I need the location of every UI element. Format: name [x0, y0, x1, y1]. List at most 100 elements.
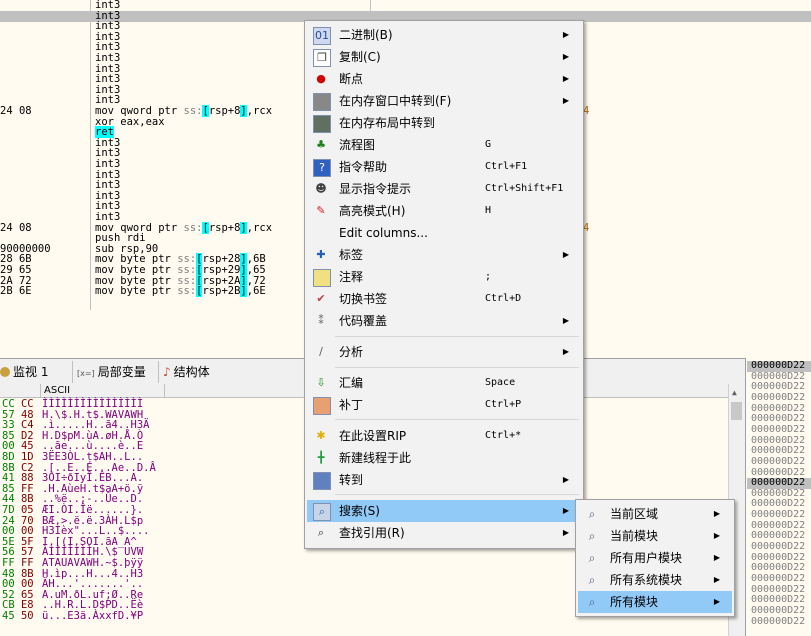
stack-view[interactable]: 000000D22 000000D22 000000D22 000000D22 0000…	[745, 358, 811, 636]
menu-item-graph[interactable]: ♣ 流程图 G	[307, 134, 581, 156]
analyze-icon: ∕	[319, 345, 323, 358]
menu-item-highlight[interactable]: ✎ 高亮模式(H) H	[307, 200, 581, 222]
menu-item-shortcut: ;	[485, 271, 492, 282]
instruction-token: ss:	[183, 221, 203, 234]
submenu-arrow-icon: ▶	[713, 597, 720, 606]
submenu-arrow-icon: ▶	[713, 531, 720, 540]
tab-struct[interactable]: ♪ 结构体	[158, 361, 229, 383]
menu-item-goto[interactable]: 转到 ▶	[307, 469, 581, 491]
submenu-arrow-icon: ▶	[562, 30, 569, 39]
menu-item-label[interactable]: ✚ 标签 ▶	[307, 244, 581, 266]
menu-item-hint[interactable]: ☻ 显示指令提示 Ctrl+Shift+F1	[307, 178, 581, 200]
patch-icon	[313, 397, 331, 415]
locals-icon: [x=]	[77, 369, 95, 378]
menu-item-label: 新建线程于此	[339, 451, 412, 465]
scroll-up-icon[interactable]: ▲	[732, 388, 737, 397]
menu-item-memory-window[interactable]: 在内存窗口中转到(F) ▶	[307, 90, 581, 112]
menu-item-label: 注释	[339, 270, 364, 284]
menu-item-label: 代码覆盖	[339, 314, 388, 328]
search-user-modules-icon: ⌕	[588, 551, 596, 565]
menu-item-label: 复制(C)	[339, 50, 381, 64]
menu-item-bookmark[interactable]: ✔ 切换书签 Ctrl+D	[307, 288, 581, 310]
set-rip-icon: ✱	[316, 429, 326, 442]
submenu-arrow-icon: ▶	[562, 528, 569, 537]
menu-item-label: 显示指令提示	[339, 182, 412, 196]
instruction-bytes: 24 08	[0, 221, 32, 234]
submenu-item-search-module[interactable]: ⌕ 当前模块 ▶	[578, 525, 732, 547]
menu-item-label: 查找引用(R)	[339, 526, 405, 540]
menu-item-label: 在内存窗口中转到(F)	[339, 94, 452, 108]
submenu-arrow-icon: ▶	[562, 52, 569, 61]
menu-item-binary[interactable]: 01 二进制(B) ▶	[307, 24, 581, 46]
memory-map-icon	[313, 115, 331, 133]
submenu-item-search-all-modules[interactable]: ⌕ 所有模块 ▶	[578, 591, 732, 613]
menu-item-analyze[interactable]: ∕ 分析 ▶	[307, 341, 581, 363]
menu-item-label: 在内存布局中转到	[339, 116, 436, 130]
submenu-arrow-icon: ▶	[562, 347, 569, 356]
ascii-text: 3ËE3ÒL.t$AH..L..	[42, 451, 144, 463]
menu-item-label: 分析	[339, 345, 364, 359]
stack-address[interactable]: 000000D22	[751, 616, 805, 628]
menu-item-assemble[interactable]: ⇩ 汇编 Space	[307, 372, 581, 394]
instruction-bytes: 29 65	[0, 264, 32, 276]
instruction-token: ,6E	[246, 285, 266, 298]
menu-item-label: 在此设置RIP	[339, 429, 407, 443]
breakpoint-icon: ●	[316, 72, 326, 85]
instruction-token: rsp+8	[208, 221, 241, 234]
search-icon: ⌕	[313, 503, 331, 521]
menu-item-label: 指令帮助	[339, 160, 388, 174]
menu-item-label: Edit columns...	[339, 226, 428, 240]
disasm-row[interactable]: int3	[0, 0, 811, 11]
submenu-arrow-icon: ▶	[713, 553, 720, 562]
menu-separator	[335, 367, 579, 368]
highlight-icon: ✎	[316, 204, 326, 217]
coverage-icon: ⁑	[318, 314, 324, 327]
goto-icon	[313, 472, 331, 490]
submenu-item-label: 所有模块	[610, 595, 659, 609]
tab-label: 结构体	[173, 365, 210, 379]
instruction-token: ,rcx	[246, 221, 273, 234]
watch-icon	[0, 367, 10, 377]
menu-item-breakpoint[interactable]: ● 断点 ▶	[307, 68, 581, 90]
help-icon: ?	[313, 159, 331, 177]
menu-item-help[interactable]: ? 指令帮助 Ctrl+F1	[307, 156, 581, 178]
menu-item-set-rip[interactable]: ✱ 在此设置RIP Ctrl+*	[307, 425, 581, 447]
menu-item-search[interactable]: ⌕ 搜索(S) ▶	[307, 500, 581, 522]
tab-label: 监视 1	[13, 365, 49, 379]
submenu-item-search-system-modules[interactable]: ⌕ 所有系统模块 ▶	[578, 569, 732, 591]
menu-item-memory-map[interactable]: 在内存布局中转到	[307, 112, 581, 134]
struct-icon: ♪	[163, 365, 171, 379]
menu-separator	[335, 419, 579, 420]
instruction-token: ss:	[177, 285, 197, 298]
menu-item-new-thread[interactable]: ╋ 新建线程于此	[307, 447, 581, 469]
menu-item-edit-columns[interactable]: Edit columns...	[307, 222, 581, 244]
menu-item-find-refs[interactable]: ⌕ 查找引用(R) ▶	[307, 522, 581, 544]
menu-item-label: 断点	[339, 72, 364, 86]
menu-item-label: 标签	[339, 248, 364, 262]
menu-item-comment[interactable]: 注释;	[307, 266, 581, 288]
hint-icon: ☻	[315, 182, 327, 195]
submenu-item-label: 所有用户模块	[610, 551, 683, 565]
submenu-item-search-region[interactable]: ⌕ 当前区域 ▶	[578, 503, 732, 525]
menu-item-coverage[interactable]: ⁑ 代码覆盖 ▶	[307, 310, 581, 332]
submenu-arrow-icon: ▶	[562, 74, 569, 83]
tab-locals[interactable]: [x=] 局部变量	[72, 361, 155, 383]
tab-watch[interactable]: 监视 1	[0, 361, 66, 383]
memory-window-icon	[313, 93, 331, 111]
new-thread-icon: ╋	[317, 451, 325, 464]
menu-item-shortcut: Ctrl+*	[485, 430, 522, 441]
search-all-modules-icon: ⌕	[588, 595, 596, 609]
search-module-icon: ⌕	[588, 529, 596, 543]
menu-item-patch[interactable]: 补丁 Ctrl+P	[307, 394, 581, 416]
submenu-item-search-user-modules[interactable]: ⌕ 所有用户模块 ▶	[578, 547, 732, 569]
ascii-text: ATAUAVAWH.~$.þÿÿ	[42, 557, 144, 569]
comment-icon	[313, 269, 331, 287]
menu-item-shortcut: H	[485, 205, 492, 216]
menu-item-label: 流程图	[339, 138, 376, 152]
instruction-bytes: 24 08	[0, 105, 32, 117]
scroll-thumb[interactable]	[731, 402, 742, 420]
menu-item-copy[interactable]: ❐ 复制(C) ▶	[307, 46, 581, 68]
menu-item-shortcut: Ctrl+D	[485, 293, 522, 304]
menu-separator	[335, 336, 579, 337]
menu-separator	[335, 494, 579, 495]
